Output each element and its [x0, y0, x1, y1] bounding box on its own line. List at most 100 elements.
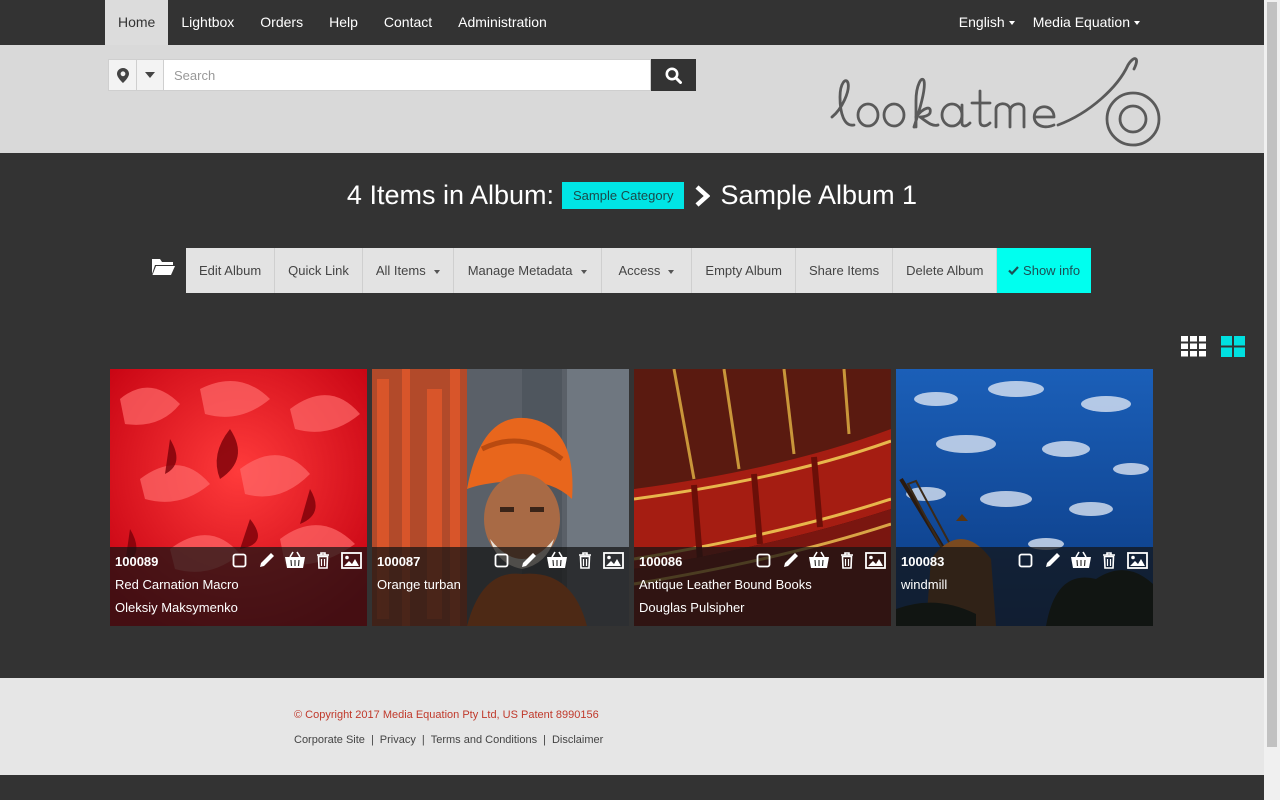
- view-image-button[interactable]: [1125, 550, 1149, 570]
- select-checkbox[interactable]: [489, 550, 513, 570]
- remove-item-button[interactable]: [835, 550, 859, 570]
- footer-link-terms[interactable]: Terms and Conditions: [431, 734, 537, 746]
- add-to-basket-button[interactable]: [807, 550, 831, 570]
- access-dropdown[interactable]: Access: [602, 248, 693, 293]
- share-items-button[interactable]: Share Items: [796, 248, 894, 293]
- search-options-dropdown[interactable]: [137, 59, 164, 91]
- view-image-button[interactable]: [863, 550, 887, 570]
- remove-item-button[interactable]: [573, 550, 597, 570]
- user-nav: English Media Equation: [950, 0, 1149, 45]
- edit-album-button[interactable]: Edit Album: [186, 248, 276, 293]
- select-checkbox[interactable]: [1013, 550, 1037, 570]
- add-to-basket-button[interactable]: [1069, 550, 1093, 570]
- item-actions: [1013, 550, 1149, 570]
- check-icon: [1008, 266, 1020, 276]
- nav-orders[interactable]: Orders: [247, 0, 316, 45]
- album-item-card[interactable]: 100083 windmill: [896, 369, 1153, 626]
- item-id: 100083: [901, 554, 945, 569]
- small-grid-view-button[interactable]: [1181, 336, 1206, 362]
- search-icon: [665, 67, 682, 84]
- all-items-dropdown[interactable]: All Items: [363, 248, 454, 293]
- shopping-basket-icon: [547, 551, 567, 568]
- edit-item-button[interactable]: [517, 550, 541, 570]
- quick-link-button[interactable]: Quick Link: [275, 248, 363, 293]
- edit-item-button[interactable]: [1041, 550, 1065, 570]
- location-filter-button[interactable]: [108, 59, 137, 91]
- access-label: Access: [618, 263, 661, 278]
- picture-icon: [602, 551, 624, 569]
- show-info-label: Show info: [1023, 263, 1081, 278]
- album-toolbar: Edit Album Quick Link All Items Manage M…: [186, 248, 1092, 293]
- item-info-overlay: 100083 windmill: [896, 547, 1153, 626]
- link-separator: |: [370, 734, 374, 746]
- edit-item-button[interactable]: [255, 550, 279, 570]
- empty-album-button[interactable]: Empty Album: [692, 248, 796, 293]
- pencil-icon: [1046, 553, 1060, 567]
- nav-help[interactable]: Help: [316, 0, 371, 45]
- lookatme-logo-icon: [830, 57, 1161, 147]
- th-large-icon: [1221, 336, 1245, 357]
- manage-metadata-dropdown[interactable]: Manage Metadata: [454, 248, 602, 293]
- caret-down-icon: [668, 269, 675, 274]
- page-scrollbar[interactable]: [1264, 0, 1280, 800]
- nav-home[interactable]: Home: [105, 0, 169, 45]
- large-grid-view-button[interactable]: [1221, 336, 1245, 362]
- show-info-toggle[interactable]: Show info: [997, 248, 1092, 293]
- pencil-icon: [784, 553, 798, 567]
- language-dropdown[interactable]: English: [950, 0, 1024, 45]
- link-separator: |: [421, 734, 425, 746]
- edit-item-button[interactable]: [779, 550, 803, 570]
- caret-down-icon: [580, 269, 587, 274]
- search-input[interactable]: [164, 59, 651, 91]
- nav-contact[interactable]: Contact: [371, 0, 445, 45]
- all-items-label: All Items: [375, 263, 426, 278]
- link-separator: |: [543, 734, 546, 746]
- view-image-button[interactable]: [339, 550, 363, 570]
- add-to-basket-button[interactable]: [545, 550, 569, 570]
- item-info-overlay: 100089 Red Carnation Macro Oleksiy Maksy…: [110, 547, 367, 626]
- footer: © Copyright 2017 Media Equation Pty Ltd,…: [0, 678, 1264, 775]
- footer-link-corporate-site[interactable]: Corporate Site: [294, 734, 365, 746]
- view-image-button[interactable]: [601, 550, 625, 570]
- delete-album-button[interactable]: Delete Album: [893, 248, 998, 293]
- album-item-card[interactable]: 100087 Orange turban: [372, 369, 629, 626]
- select-checkbox[interactable]: [751, 550, 775, 570]
- footer-link-privacy[interactable]: Privacy: [380, 734, 416, 746]
- nav-lightbox[interactable]: Lightbox: [168, 0, 247, 45]
- item-title: Red Carnation Macro: [115, 577, 239, 592]
- remove-item-button[interactable]: [311, 550, 335, 570]
- header-band: [0, 45, 1264, 153]
- caret-down-icon: [433, 269, 440, 274]
- album-name: Sample Album 1: [720, 180, 918, 210]
- checkbox-icon: [232, 553, 246, 567]
- lookatme-logo[interactable]: [828, 51, 1168, 152]
- shopping-basket-icon: [1071, 551, 1091, 568]
- footer-link-disclaimer[interactable]: Disclaimer: [552, 734, 603, 746]
- album-item-card[interactable]: 100089 Red Carnation Macro Oleksiy Maksy…: [110, 369, 367, 626]
- footer-links: Corporate Site | Privacy | Terms and Con…: [294, 734, 603, 746]
- scrollbar-thumb[interactable]: [1267, 2, 1277, 747]
- add-to-basket-button[interactable]: [283, 550, 307, 570]
- nav-administration[interactable]: Administration: [445, 0, 560, 45]
- album-heading: 4 Items in Album: Sample Category Sample…: [0, 180, 1264, 211]
- album-item-card[interactable]: 100086 Antique Leather Bound Books Dougl…: [634, 369, 891, 626]
- map-marker-icon: [116, 67, 129, 83]
- select-checkbox[interactable]: [227, 550, 251, 570]
- trash-icon: [1103, 551, 1115, 569]
- item-actions: [227, 550, 363, 570]
- item-id: 100087: [377, 554, 421, 569]
- search-button[interactable]: [651, 59, 696, 91]
- item-author: Douglas Pulsipher: [639, 600, 745, 615]
- caret-down-icon: [1134, 21, 1140, 26]
- trash-icon: [841, 551, 853, 569]
- account-dropdown[interactable]: Media Equation: [1024, 0, 1149, 45]
- album-count-text: 4 Items in Album:: [346, 180, 555, 210]
- remove-item-button[interactable]: [1097, 550, 1121, 570]
- chevron-right-icon: [694, 184, 711, 207]
- caret-down-icon: [1008, 21, 1015, 26]
- search-bar: [108, 59, 696, 91]
- trash-icon: [317, 551, 329, 569]
- item-info-overlay: 100087 Orange turban: [372, 547, 629, 626]
- folder-open-icon: [151, 256, 176, 281]
- category-badge[interactable]: Sample Category: [562, 182, 685, 209]
